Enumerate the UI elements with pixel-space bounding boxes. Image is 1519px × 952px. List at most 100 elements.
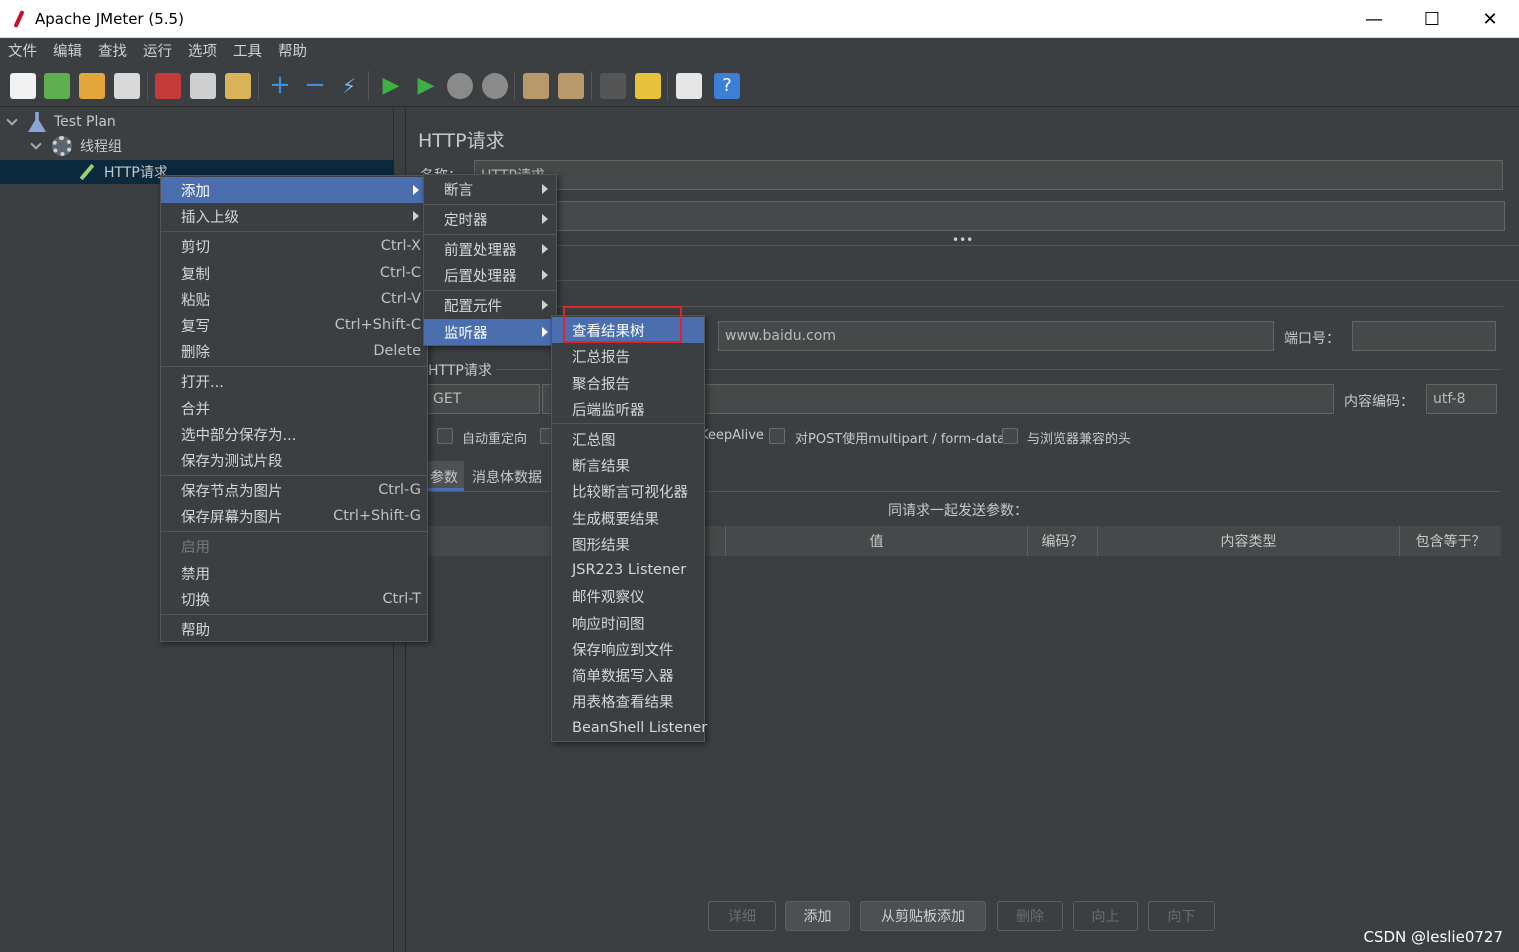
method-select[interactable]: GET <box>426 384 540 414</box>
menu-item-duplicate[interactable]: 复写 Ctrl+Shift-C <box>161 312 427 338</box>
menu-separator <box>161 475 427 476</box>
menu-item-save-selection[interactable]: 选中部分保存为... <box>161 421 427 447</box>
open-icon[interactable] <box>79 73 105 99</box>
collapse-icon[interactable]: − <box>302 72 328 99</box>
menu-item-insert-parent[interactable]: 插入上级 <box>161 203 427 229</box>
menu-item-merge[interactable]: 合并 <box>161 395 427 421</box>
search-binoculars-icon[interactable] <box>600 73 626 99</box>
menu-item-save-node-image[interactable]: 保存节点为图片 Ctrl-G <box>161 477 427 503</box>
listener-item-summary-report[interactable]: 汇总报告 <box>552 343 704 369</box>
port-label: 端口号： <box>1284 331 1340 347</box>
column-header-encode[interactable]: 编码？ <box>1028 526 1098 556</box>
tree-node-test-plan[interactable]: Test Plan <box>6 110 394 134</box>
detail-button[interactable]: 详细 <box>708 901 776 931</box>
menu-item-open[interactable]: 打开... <box>161 368 427 394</box>
menu-item-save-screen-image[interactable]: 保存屏幕为图片 Ctrl+Shift-G <box>161 503 427 529</box>
http-section-label: HTTP请求 <box>428 363 492 379</box>
menu-options[interactable]: 选项 <box>180 40 225 61</box>
templates-icon[interactable] <box>44 73 70 99</box>
menu-run[interactable]: 运行 <box>135 40 180 61</box>
menu-tools[interactable]: 工具 <box>225 40 270 61</box>
delete-button[interactable]: 删除 <box>997 901 1063 931</box>
port-input[interactable] <box>1352 321 1496 351</box>
reset-search-broom-icon[interactable] <box>635 73 661 99</box>
drag-handle-icon[interactable]: ••• <box>952 233 973 247</box>
save-icon[interactable] <box>114 73 140 99</box>
listener-item-response-time-graph[interactable]: 响应时间图 <box>552 610 704 636</box>
menu-separator <box>161 614 427 615</box>
cut-icon[interactable] <box>155 73 181 99</box>
start-icon[interactable]: ▶ <box>378 73 404 99</box>
column-header-include-equals[interactable]: 包含等于？ <box>1400 526 1501 556</box>
menu-search[interactable]: 查找 <box>90 40 135 61</box>
comments-input[interactable] <box>474 201 1505 231</box>
listener-item-assertion-results[interactable]: 断言结果 <box>552 452 704 478</box>
listener-item-comparison-visualizer[interactable]: 比较断言可视化器 <box>552 478 704 504</box>
menu-file[interactable]: 文件 <box>0 40 45 61</box>
move-up-button[interactable]: 向上 <box>1073 901 1138 931</box>
menu-item-copy[interactable]: 复制 Ctrl-C <box>161 260 427 286</box>
listener-item-simple-data-writer[interactable]: 简单数据写入器 <box>552 662 704 688</box>
tree-node-thread-group[interactable]: 线程组 <box>30 134 394 158</box>
menu-item-paste[interactable]: 粘贴 Ctrl-V <box>161 286 427 312</box>
shutdown-icon[interactable] <box>482 73 508 99</box>
add-button[interactable]: 添加 <box>785 901 850 931</box>
menu-item-disable[interactable]: 禁用 <box>161 560 427 586</box>
move-down-button[interactable]: 向下 <box>1148 901 1215 931</box>
expand-icon[interactable]: + <box>267 72 293 99</box>
close-button[interactable]: ✕ <box>1461 0 1519 38</box>
menu-item-toggle[interactable]: 切换 Ctrl-T <box>161 586 427 612</box>
menu-separator <box>161 231 427 232</box>
submenu-item-config-elements[interactable]: 配置元件 <box>424 292 556 318</box>
submenu-item-timers[interactable]: 定时器 <box>424 206 556 232</box>
multipart-checkbox[interactable] <box>769 428 785 444</box>
new-icon[interactable] <box>10 73 36 99</box>
listener-item-mailer-visualizer[interactable]: 邮件观察仪 <box>552 583 704 609</box>
menu-item-save-fragment[interactable]: 保存为测试片段 <box>161 447 427 473</box>
submenu-item-assertions[interactable]: 断言 <box>424 176 556 202</box>
stop-icon[interactable] <box>447 73 473 99</box>
menu-item-delete[interactable]: 删除 Delete <box>161 338 427 364</box>
paste-icon[interactable] <box>225 73 251 99</box>
expand-chevron-icon[interactable] <box>30 140 42 152</box>
function-helper-icon[interactable] <box>676 73 702 99</box>
listener-item-save-responses[interactable]: 保存响应到文件 <box>552 636 704 662</box>
start-no-pause-icon[interactable]: ▶ <box>413 73 439 99</box>
submenu-item-post-processors[interactable]: 后置处理器 <box>424 262 556 288</box>
name-input[interactable]: HTTP请求 <box>474 160 1503 190</box>
menu-item-help[interactable]: 帮助 <box>161 616 427 642</box>
listener-item-beanshell[interactable]: BeanShell Listener <box>552 715 707 741</box>
maximize-button[interactable]: ☐ <box>1403 0 1461 38</box>
listener-item-aggregate-report[interactable]: 聚合报告 <box>552 370 704 396</box>
browser-headers-checkbox[interactable] <box>1002 428 1018 444</box>
tab-body-data[interactable]: 消息体数据 <box>472 467 542 487</box>
clear-all-icon[interactable] <box>558 73 584 99</box>
listener-item-view-results-table[interactable]: 用表格查看结果 <box>552 688 704 714</box>
listener-item-backend-listener[interactable]: 后端监听器 <box>552 396 704 422</box>
redirect-checkbox[interactable] <box>437 428 453 444</box>
copy-icon[interactable] <box>190 73 216 99</box>
menu-separator <box>552 423 704 424</box>
expand-chevron-icon[interactable] <box>6 116 18 128</box>
submenu-item-pre-processors[interactable]: 前置处理器 <box>424 236 556 262</box>
submenu-item-listeners[interactable]: 监听器 <box>424 319 556 345</box>
clear-icon[interactable] <box>523 73 549 99</box>
menu-item-cut[interactable]: 剪切 Ctrl-X <box>161 233 427 259</box>
minimize-button[interactable]: — <box>1345 0 1403 38</box>
server-name-input[interactable]: www.baidu.com <box>718 321 1274 351</box>
tab-parameters[interactable]: 参数 <box>426 461 464 491</box>
encoding-input[interactable]: utf-8 <box>1426 384 1497 414</box>
help-icon[interactable]: ? <box>714 73 740 99</box>
menu-item-add[interactable]: 添加 <box>161 177 427 203</box>
add-from-clipboard-button[interactable]: 从剪贴板添加 <box>860 901 986 931</box>
column-header-content-type[interactable]: 内容类型 <box>1098 526 1400 556</box>
listener-item-jsr223[interactable]: JSR223 Listener <box>552 557 704 583</box>
menu-edit[interactable]: 编辑 <box>45 40 90 61</box>
listener-item-generate-summary[interactable]: 生成概要结果 <box>552 505 704 531</box>
listener-item-aggregate-graph[interactable]: 汇总图 <box>552 426 704 452</box>
toggle-icon[interactable]: ⚡ <box>336 73 362 99</box>
column-header-value[interactable]: 值 <box>726 526 1028 556</box>
listener-item-graph-results[interactable]: 图形结果 <box>552 531 704 557</box>
menu-help[interactable]: 帮助 <box>270 40 315 61</box>
menu-separator <box>424 204 556 205</box>
